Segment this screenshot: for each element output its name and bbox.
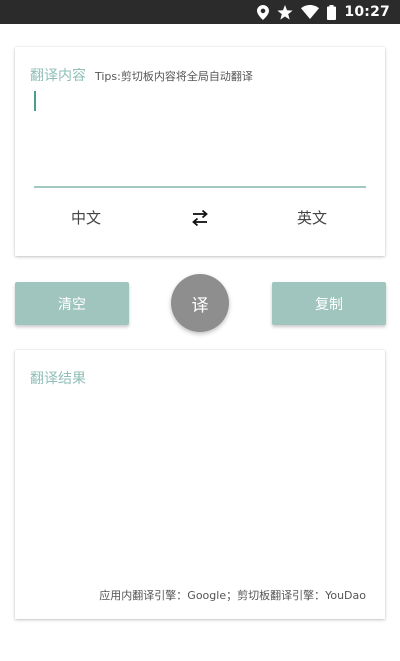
result-card-title: 翻译结果: [30, 371, 86, 387]
wifi-icon: [301, 5, 320, 19]
translate-button[interactable]: 译: [171, 274, 229, 332]
text-cursor: [34, 91, 36, 111]
input-card: 翻译内容 Tips:剪切板内容将全局自动翻译 中文 英文: [15, 47, 385, 256]
result-card: 翻译结果 应用内翻译引擎：Google；剪切板翻译引擎：YouDao: [15, 350, 385, 619]
swap-arrows-icon[interactable]: [189, 209, 211, 227]
battery-icon: [327, 4, 337, 20]
status-time: 10:27: [344, 4, 390, 20]
status-bar: 10:27: [0, 0, 400, 24]
location-icon: [257, 4, 270, 20]
input-card-title: 翻译内容: [30, 68, 86, 84]
star-icon: [277, 4, 294, 20]
clear-button[interactable]: 清空: [15, 282, 129, 325]
input-underline: [34, 186, 366, 188]
source-language[interactable]: 中文: [71, 207, 101, 228]
target-language[interactable]: 英文: [297, 207, 327, 228]
translate-input[interactable]: [30, 87, 370, 185]
copy-button[interactable]: 复制: [272, 282, 386, 325]
language-row: 中文 英文: [15, 207, 385, 231]
engine-note: 应用内翻译引擎：Google；剪切板翻译引擎：YouDao: [99, 589, 366, 602]
tips-text: Tips:剪切板内容将全局自动翻译: [95, 70, 253, 83]
input-card-header: 翻译内容 Tips:剪切板内容将全局自动翻译: [30, 65, 253, 85]
